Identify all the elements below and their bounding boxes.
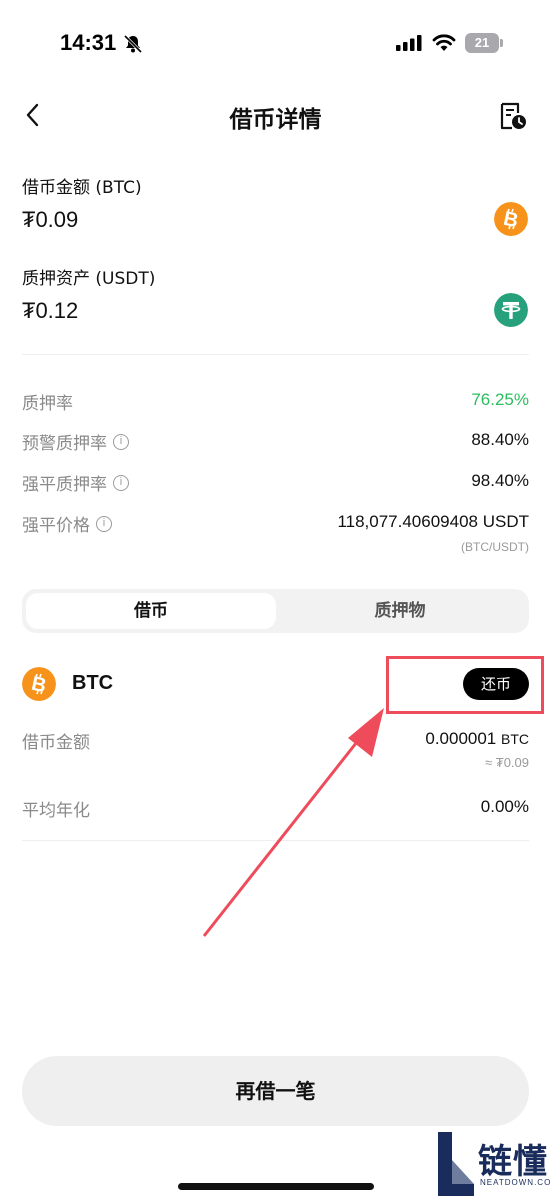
order-history-icon[interactable] xyxy=(497,100,529,132)
tab-borrow[interactable]: 借币 xyxy=(26,593,276,629)
loan-amount-approx: ≈ ₮0.09 xyxy=(485,755,529,770)
borrow-again-button[interactable]: 再借一笔 xyxy=(22,1056,529,1126)
stat-value-liquidation-price: 118,077.40609408 USDT xyxy=(337,512,529,531)
watermark-logo-icon xyxy=(438,1132,474,1196)
stat-label-collateral-ratio: 质押率 xyxy=(22,394,73,414)
page-title: 借币详情 xyxy=(229,107,322,133)
stat-value-collateral-ratio: 76.25% xyxy=(471,390,529,409)
annotation-highlight-box xyxy=(386,656,544,714)
collateral-asset-value: ₮0.12 xyxy=(22,298,79,323)
tab-collateral[interactable]: 质押物 xyxy=(275,593,525,629)
watermark: 链懂 NEATDOWN.COM xyxy=(438,1132,551,1196)
stat-value-warning-ratio: 88.40% xyxy=(471,430,529,449)
info-icon[interactable]: i xyxy=(96,515,112,532)
battery-level: 21 xyxy=(465,33,499,53)
loan-amount-value: 0.000001 BTC xyxy=(425,729,529,748)
wifi-icon xyxy=(432,34,456,51)
cellular-signal-icon xyxy=(396,35,422,51)
stat-label-liquidation-ratio: 强平质押率 i xyxy=(22,470,129,495)
bitcoin-icon: B xyxy=(22,667,56,701)
bitcoin-icon: B xyxy=(494,202,528,236)
bell-muted-icon xyxy=(123,34,143,54)
apr-label: 平均年化 xyxy=(22,801,90,821)
divider xyxy=(22,840,529,841)
apr-value: 0.00% xyxy=(480,797,529,816)
watermark-text: 链懂 xyxy=(478,1142,548,1182)
info-icon[interactable]: i xyxy=(113,433,129,450)
borrow-amount-label: 借币金额 (BTC) xyxy=(22,178,142,198)
borrow-amount-value: ₮0.09 xyxy=(22,207,79,232)
stat-value-liquidation-ratio: 98.40% xyxy=(471,471,529,490)
info-icon[interactable]: i xyxy=(113,474,129,491)
loan-coin-name: BTC xyxy=(72,672,114,694)
stat-label-warning-ratio: 预警质押率 i xyxy=(22,429,129,454)
stat-label-liquidation-price: 强平价格 i xyxy=(22,511,112,536)
collateral-asset-label: 质押资产 (USDT) xyxy=(22,269,156,289)
status-bar: 14:31 21 xyxy=(0,0,551,90)
divider xyxy=(22,354,529,355)
battery-icon: 21 xyxy=(465,33,503,53)
segmented-tabs: 借币 质押物 xyxy=(22,589,529,633)
home-indicator[interactable] xyxy=(178,1183,374,1190)
nav-bar: 借币详情 xyxy=(0,90,551,142)
loan-amount-label: 借币金额 xyxy=(22,733,90,753)
tether-icon xyxy=(494,293,528,327)
stat-sub-liquidation-pair: (BTC/USDT) xyxy=(461,540,529,554)
status-time: 14:31 xyxy=(60,30,117,55)
watermark-subtext: NEATDOWN.COM xyxy=(480,1178,551,1187)
